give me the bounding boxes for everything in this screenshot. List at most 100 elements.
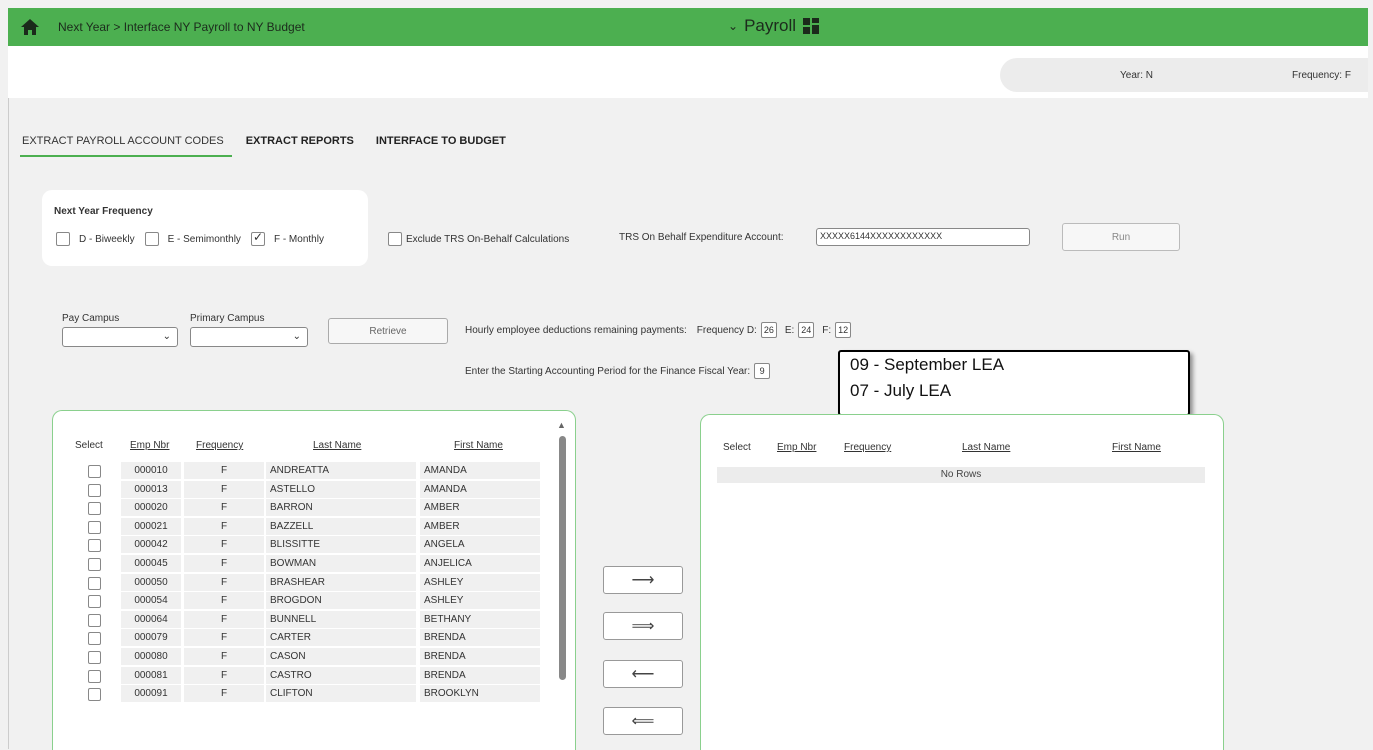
emp-nbr-cell: 000021 [121, 517, 181, 535]
first-name-cell: BRENDA [420, 648, 540, 665]
grid-menu-icon[interactable] [802, 17, 820, 35]
row-checkbox[interactable] [88, 632, 101, 646]
first-name-cell: AMANDA [420, 462, 540, 479]
table-row[interactable]: 000081 F CASTRO BRENDA [66, 666, 544, 685]
row-checkbox[interactable] [88, 669, 101, 683]
checkbox-semimonthly[interactable] [144, 232, 159, 246]
frequency-cell: F [184, 592, 264, 610]
frequency-cell: F [184, 648, 264, 665]
checkbox-biweekly[interactable] [56, 232, 70, 246]
row-checkbox[interactable] [88, 651, 101, 664]
row-checkbox[interactable] [88, 539, 101, 553]
no-rows-message: No Rows [717, 467, 1205, 483]
row-checkbox[interactable] [88, 688, 101, 702]
year-value: N [1145, 70, 1153, 81]
label-exclude-trs: Exclude TRS On-Behalf Calculations [406, 233, 570, 245]
row-checkbox[interactable] [88, 520, 101, 534]
tab-extract-payroll-account-codes[interactable]: EXTRACT PAYROLL ACCOUNT CODES [20, 135, 232, 157]
col-first-name[interactable]: First Name [454, 440, 503, 451]
row-checkbox[interactable] [88, 465, 101, 478]
table-row[interactable]: 000064 F BUNNELL BETHANY [66, 610, 544, 629]
move-right-button[interactable]: ⟶ [603, 566, 683, 594]
freq-f-input[interactable]: 12 [835, 322, 852, 338]
tab-extract-reports[interactable]: EXTRACT REPORTS [244, 135, 362, 157]
run-button[interactable]: Run [1062, 223, 1180, 251]
tab-interface-to-budget[interactable]: INTERFACE TO BUDGET [374, 135, 514, 157]
emp-nbr-cell: 000091 [121, 685, 181, 703]
col-emp-nbr-right[interactable]: Emp Nbr [777, 442, 816, 453]
frequency-value: F [1344, 70, 1351, 81]
period-input[interactable]: 9 [754, 363, 771, 379]
exclude-trs-option: Exclude TRS On-Behalf Calculations [388, 232, 569, 246]
table-row[interactable]: 000013 F ASTELLO AMANDA [66, 480, 544, 499]
checkbox-exclude-trs[interactable] [388, 232, 402, 246]
top-header-bar: Next Year > Interface NY Payroll to NY B… [8, 8, 1368, 46]
frequency-cell: F [184, 462, 264, 479]
pay-campus-select[interactable]: ⌄ [62, 327, 178, 347]
col-first-name-right[interactable]: First Name [1112, 442, 1161, 453]
row-checkbox[interactable] [88, 502, 101, 516]
table-row[interactable]: 000045 F BOWMAN ANJELICA [66, 555, 544, 573]
col-last-name[interactable]: Last Name [313, 440, 361, 451]
last-name-cell: BAZZELL [266, 517, 416, 535]
first-name-cell: ANGELA [420, 536, 540, 554]
module-selector[interactable]: ⌄ Payroll [728, 16, 820, 36]
frequency-cell: F [184, 480, 264, 498]
frequency-title: Next Year Frequency [54, 206, 153, 217]
row-checkbox[interactable] [88, 483, 101, 497]
table-row[interactable]: 000079 F CARTER BRENDA [66, 629, 544, 647]
col-emp-nbr[interactable]: Emp Nbr [130, 440, 169, 451]
table-row[interactable]: 000050 F BRASHEAR ASHLEY [66, 573, 544, 592]
primary-campus-select[interactable]: ⌄ [190, 327, 308, 347]
table-row[interactable]: 000091 F CLIFTON BROOKLYN [66, 685, 544, 703]
frequency-cell: F [184, 610, 264, 628]
row-checkbox[interactable] [88, 558, 101, 571]
arrow-right-icon: ⟶ [631, 572, 655, 589]
row-checkbox[interactable] [88, 613, 101, 627]
callout-july: 07 - July LEA [850, 381, 952, 400]
retrieve-button[interactable]: Retrieve [328, 318, 448, 344]
emp-nbr-cell: 000081 [121, 666, 181, 684]
col-frequency[interactable]: Frequency [196, 440, 243, 451]
next-year-frequency-box: Next Year Frequency D - Biweekly E - Sem… [42, 190, 368, 266]
first-name-cell: AMANDA [420, 480, 540, 498]
frequency-cell: F [184, 536, 264, 554]
frequency-cell: F [184, 685, 264, 703]
hourly-label: Hourly employee deductions remaining pay… [465, 324, 687, 336]
scrollbar-thumb[interactable] [559, 436, 566, 680]
first-name-cell: BETHANY [420, 610, 540, 628]
checkbox-monthly[interactable] [250, 230, 265, 246]
table-row[interactable]: 000021 F BAZZELL AMBER [66, 517, 544, 536]
row-checkbox[interactable] [88, 576, 101, 590]
period-label: Enter the Starting Accounting Period for… [465, 365, 751, 377]
col-frequency-right[interactable]: Frequency [844, 442, 891, 453]
hourly-deductions: Hourly employee deductions remaining pay… [465, 322, 852, 338]
first-name-cell: ASHLEY [420, 592, 540, 610]
trs-account-label: TRS On Behalf Expenditure Account: [619, 232, 784, 243]
period-callout: 09 - September LEA 07 - July LEA [838, 350, 1190, 416]
year-label: Year: [1120, 70, 1143, 81]
table-row[interactable]: 000054 F BROGDON ASHLEY [66, 592, 544, 610]
last-name-cell: ANDREATTA [266, 462, 416, 479]
table-row[interactable]: 000042 F BLISSITTE ANGELA [66, 536, 544, 554]
move-left-button[interactable]: ⟵ [603, 660, 683, 688]
table-row[interactable]: 000010 F ANDREATTA AMANDA [66, 462, 544, 480]
scroll-up-icon[interactable]: ▲ [557, 420, 566, 430]
last-name-cell: BARRON [266, 499, 416, 517]
emp-nbr-cell: 000050 [121, 573, 181, 591]
row-checkbox[interactable] [88, 595, 101, 609]
col-last-name-right[interactable]: Last Name [962, 442, 1010, 453]
frequency-cell: F [184, 666, 264, 684]
chevron-down-icon: ⌄ [292, 331, 301, 342]
home-icon[interactable] [20, 17, 40, 37]
move-all-right-button[interactable]: ⟹ [603, 612, 683, 640]
freq-e-input[interactable]: 24 [798, 322, 815, 338]
trs-account-input[interactable]: XXXXX6144XXXXXXXXXXXX [816, 228, 1030, 246]
move-all-left-button[interactable]: ⟸ [603, 707, 683, 735]
table-row[interactable]: 000080 F CASON BRENDA [66, 648, 544, 666]
double-arrow-right-icon: ⟹ [631, 618, 655, 635]
table-row[interactable]: 000020 F BARRON AMBER [66, 499, 544, 517]
freq-d-input[interactable]: 26 [760, 322, 777, 338]
col-select: Select [75, 440, 103, 451]
year-frequency-pill: Year: N Frequency: F [1000, 58, 1368, 92]
